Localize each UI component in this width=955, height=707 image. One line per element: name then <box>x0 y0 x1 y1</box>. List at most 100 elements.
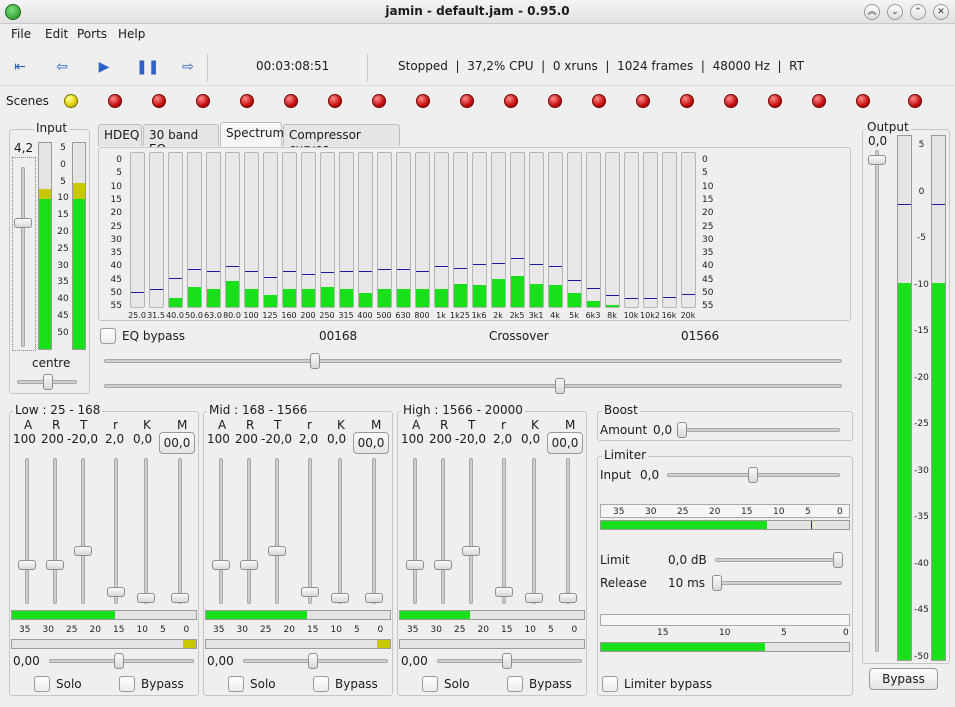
band-makeup-spinbox[interactable]: 00,0 <box>353 432 389 454</box>
input-gain-track[interactable] <box>21 167 25 347</box>
band-param-track[interactable] <box>502 458 506 604</box>
crossover-high-track[interactable] <box>104 384 842 388</box>
band-a-slider[interactable] <box>212 560 230 570</box>
scene-button-1[interactable] <box>64 94 78 108</box>
tab-hdeq[interactable]: HDEQ <box>98 124 142 146</box>
eq-bypass-checkbox[interactable] <box>100 328 116 344</box>
menu-help[interactable]: Help <box>118 27 145 41</box>
forward-icon[interactable]: ⇨ <box>178 58 198 76</box>
scene-button-11[interactable] <box>504 94 518 108</box>
pause-icon[interactable]: ❚❚ <box>136 58 159 76</box>
scene-button-15[interactable] <box>680 94 694 108</box>
rewind-to-start-icon[interactable]: ⇤ <box>10 58 30 76</box>
band-k-slider[interactable] <box>137 593 155 603</box>
band-t-slider[interactable] <box>462 546 480 556</box>
band-m-slider[interactable] <box>365 593 383 603</box>
band-r-slider[interactable] <box>434 560 452 570</box>
band-a-slider[interactable] <box>406 560 424 570</box>
limit-track[interactable] <box>715 558 842 562</box>
limiter-bypass-checkbox[interactable] <box>602 676 618 692</box>
scene-button-9[interactable] <box>416 94 430 108</box>
band-param-track[interactable] <box>413 458 417 604</box>
scene-button-10[interactable] <box>460 94 474 108</box>
band-r-slider[interactable] <box>301 587 319 597</box>
scene-button-4[interactable] <box>196 94 210 108</box>
band-k-slider[interactable] <box>525 593 543 603</box>
band-param-track[interactable] <box>144 458 148 604</box>
band-r-slider[interactable] <box>46 560 64 570</box>
band-param-track[interactable] <box>53 458 57 604</box>
scene-button-18[interactable] <box>812 94 826 108</box>
release-track[interactable] <box>715 581 842 585</box>
band-gain-slider[interactable] <box>308 653 318 669</box>
band-gain-slider[interactable] <box>114 653 124 669</box>
band-k-slider[interactable] <box>331 593 349 603</box>
band-param-track[interactable] <box>275 458 279 604</box>
band-r-slider[interactable] <box>107 587 125 597</box>
scene-button-14[interactable] <box>636 94 650 108</box>
scene-button-5[interactable] <box>240 94 254 108</box>
band-gain-slider[interactable] <box>502 653 512 669</box>
band-bypass-checkbox[interactable] <box>507 676 523 692</box>
band-m-slider[interactable] <box>559 593 577 603</box>
band-param-track[interactable] <box>441 458 445 604</box>
band-makeup-spinbox[interactable]: 00,0 <box>159 432 195 454</box>
band-solo-checkbox[interactable] <box>422 676 438 692</box>
release-slider[interactable] <box>712 575 722 591</box>
band-solo-checkbox[interactable] <box>228 676 244 692</box>
crossover-high-slider[interactable] <box>555 378 565 394</box>
band-param-track[interactable] <box>247 458 251 604</box>
play-icon[interactable]: ▶ <box>94 58 114 76</box>
minimize-icon[interactable]: ⌄ <box>887 4 903 20</box>
output-gain-track[interactable] <box>875 150 879 652</box>
scene-button-2[interactable] <box>108 94 122 108</box>
menu-ports[interactable]: Ports <box>77 27 107 41</box>
scene-button-13[interactable] <box>592 94 606 108</box>
scene-button-6[interactable] <box>284 94 298 108</box>
band-param-track[interactable] <box>114 458 118 604</box>
band-bypass-checkbox[interactable] <box>313 676 329 692</box>
band-param-track[interactable] <box>308 458 312 604</box>
scene-button-16[interactable] <box>724 94 738 108</box>
rewind-icon[interactable]: ⇦ <box>52 58 72 76</box>
band-param-track[interactable] <box>338 458 342 604</box>
scene-button-17[interactable] <box>768 94 782 108</box>
band-bypass-checkbox[interactable] <box>119 676 135 692</box>
band-m-slider[interactable] <box>171 593 189 603</box>
input-gain-slider[interactable] <box>14 218 32 228</box>
band-solo-checkbox[interactable] <box>34 676 50 692</box>
band-param-track[interactable] <box>25 458 29 604</box>
band-param-track[interactable] <box>532 458 536 604</box>
pan-slider[interactable] <box>43 374 53 390</box>
scene-button-8[interactable] <box>372 94 386 108</box>
band-makeup-spinbox[interactable]: 00,0 <box>547 432 583 454</box>
scene-button-3[interactable] <box>152 94 166 108</box>
band-r-slider[interactable] <box>495 587 513 597</box>
tab-30-band-eq[interactable]: 30 band EQ <box>143 124 219 156</box>
output-gain-slider[interactable] <box>868 155 886 165</box>
tab-compressor-curves[interactable]: Compressor curves <box>283 124 400 156</box>
boost-slider[interactable] <box>677 422 687 438</box>
scene-button-12[interactable] <box>548 94 562 108</box>
band-t-slider[interactable] <box>74 546 92 556</box>
output-bypass-button[interactable]: Bypass <box>869 668 938 690</box>
crossover-low-track[interactable] <box>104 359 842 363</box>
scene-button-7[interactable] <box>328 94 342 108</box>
band-param-track[interactable] <box>219 458 223 604</box>
band-t-slider[interactable] <box>268 546 286 556</box>
band-param-track[interactable] <box>372 458 376 604</box>
crossover-low-slider[interactable] <box>310 353 320 369</box>
band-a-slider[interactable] <box>18 560 36 570</box>
band-param-track[interactable] <box>81 458 85 604</box>
band-r-slider[interactable] <box>240 560 258 570</box>
tab-spectrum[interactable]: Spectrum <box>220 122 284 147</box>
band-param-track[interactable] <box>178 458 182 604</box>
scene-button-19[interactable] <box>856 94 870 108</box>
menu-edit[interactable]: Edit <box>45 27 68 41</box>
band-param-track[interactable] <box>566 458 570 604</box>
maximize-icon[interactable]: ⌃ <box>910 4 926 20</box>
menu-file[interactable]: File <box>11 27 31 41</box>
keep-above-icon[interactable]: ︽ <box>864 4 880 20</box>
limiter-input-slider[interactable] <box>748 467 758 483</box>
band-param-track[interactable] <box>469 458 473 604</box>
